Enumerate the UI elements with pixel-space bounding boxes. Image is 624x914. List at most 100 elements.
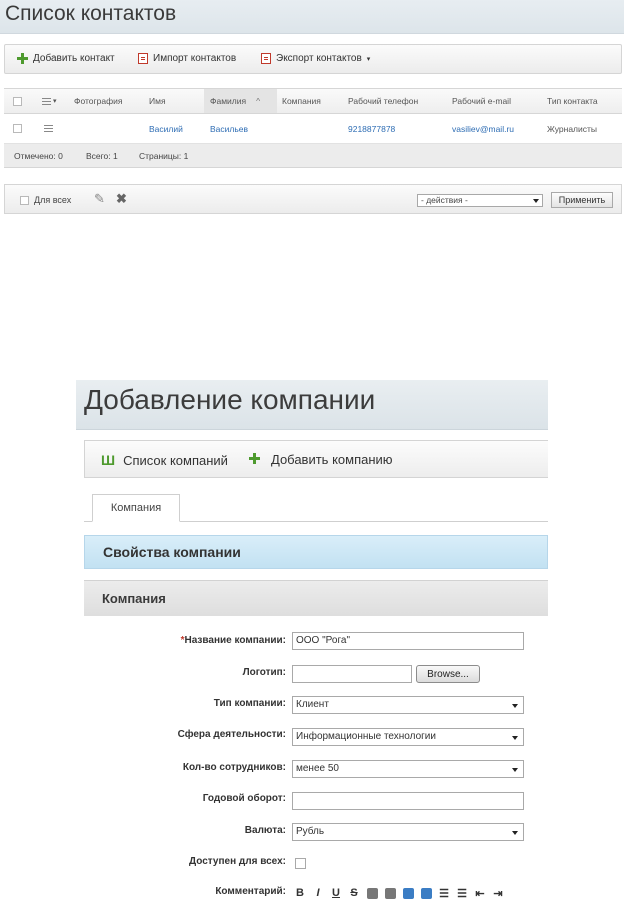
chevron-down-icon bbox=[533, 199, 539, 203]
columns-menu-icon[interactable]: ▾ bbox=[42, 89, 57, 113]
add-company-button[interactable]: Добавить компанию bbox=[249, 452, 393, 467]
for-all-label: Для всех bbox=[34, 195, 72, 205]
column-header-email[interactable]: Рабочий e-mail bbox=[452, 89, 511, 113]
company-type-value: Клиент bbox=[296, 699, 329, 710]
indent-icon[interactable]: ⇥ bbox=[492, 886, 504, 900]
chevron-down-icon bbox=[512, 831, 518, 835]
company-name-label: *Название компании: bbox=[181, 635, 286, 646]
format-painter-icon[interactable] bbox=[366, 886, 378, 900]
group-actions-bar: Для всех ✎ ✖ - действия - Применить bbox=[4, 184, 622, 214]
company-list-label: Список компаний bbox=[123, 452, 228, 468]
properties-header: Свойства компании bbox=[84, 535, 548, 569]
table-row[interactable]: Василий Васильев 9218877878 vasiliev@mai… bbox=[4, 114, 622, 144]
turnover-label: Годовой оборот: bbox=[202, 793, 286, 804]
employees-label: Кол-во сотрудников: bbox=[182, 762, 286, 773]
outdent-icon[interactable]: ⇤ bbox=[474, 886, 486, 900]
company-type-select[interactable]: Клиент bbox=[292, 696, 524, 714]
bold-button[interactable]: B bbox=[294, 886, 306, 900]
add-contact-button[interactable]: Добавить контакт bbox=[17, 53, 115, 64]
turnover-input[interactable] bbox=[292, 792, 524, 810]
editor-toolbar: B I U S ☰ ☰ ⇤ ⇥ bbox=[294, 886, 504, 900]
tab-company[interactable]: Компания bbox=[92, 494, 180, 522]
employees-select[interactable]: менее 50 bbox=[292, 760, 524, 778]
actions-select-value: - действия - bbox=[421, 195, 468, 205]
public-label: Доступен для всех: bbox=[188, 856, 286, 867]
row-checkbox[interactable] bbox=[13, 114, 22, 143]
checked-count: Отмечено: 0 bbox=[14, 150, 63, 161]
edit-pencil-icon[interactable]: ✎ bbox=[94, 191, 105, 207]
total-count: Всего: 1 bbox=[86, 150, 118, 161]
add-contact-label: Добавить контакт bbox=[33, 53, 115, 64]
select-all-checkbox[interactable] bbox=[13, 89, 22, 113]
sphere-label: Сфера деятельности: bbox=[177, 729, 286, 740]
chevron-down-icon bbox=[512, 736, 518, 740]
plus-icon bbox=[249, 452, 263, 467]
column-header-last-name[interactable]: Фамилия ^ bbox=[204, 89, 277, 113]
font-color-icon[interactable] bbox=[384, 886, 396, 900]
employees-value: менее 50 bbox=[296, 763, 339, 774]
logo-label: Логотип: bbox=[242, 667, 286, 678]
strikethrough-button[interactable]: S bbox=[348, 886, 360, 900]
company-toolbar: Ш Список компаний Добавить компанию bbox=[84, 440, 548, 478]
sort-arrow-icon: ^ bbox=[256, 96, 261, 106]
export-contacts-label: Экспорт контактов bbox=[276, 53, 362, 64]
grid-header-row: ▾ Фотография Имя Фамилия ^ Компания Рабо… bbox=[4, 88, 622, 114]
column-header-company[interactable]: Компания bbox=[282, 89, 321, 113]
company-list-button[interactable]: Ш Список компаний bbox=[101, 452, 228, 468]
italic-button[interactable]: I bbox=[312, 886, 324, 900]
export-icon bbox=[261, 53, 271, 64]
import-icon bbox=[138, 53, 148, 64]
plus-icon bbox=[17, 53, 28, 64]
sphere-select[interactable]: Информационные технологии bbox=[292, 728, 524, 746]
section-header: Компания bbox=[84, 580, 548, 616]
import-contacts-label: Импорт контактов bbox=[153, 53, 237, 64]
column-header-phone[interactable]: Рабочий телефон bbox=[348, 89, 418, 113]
public-checkbox[interactable] bbox=[295, 858, 306, 869]
column-header-first-name[interactable]: Имя bbox=[149, 89, 166, 113]
page-title: Список контактов bbox=[5, 2, 177, 25]
actions-select[interactable]: - действия - bbox=[417, 194, 543, 207]
company-name-label-text: Название компании: bbox=[184, 635, 287, 646]
contacts-grid: ▾ Фотография Имя Фамилия ^ Компания Рабо… bbox=[4, 88, 622, 168]
pages-nav[interactable]: Страницы: 1 bbox=[139, 144, 188, 167]
company-header: Добавление компании bbox=[76, 380, 548, 430]
currency-select[interactable]: Рубль bbox=[292, 823, 524, 841]
chevron-down-icon bbox=[512, 704, 518, 708]
grid-footer: Отмечено: 0 Всего: 1 Страницы: 1 bbox=[4, 144, 622, 168]
column-header-last-name-label: Фамилия bbox=[210, 96, 247, 106]
underline-button[interactable]: U bbox=[330, 886, 342, 900]
book-icon: Ш bbox=[101, 452, 116, 468]
delete-icon[interactable]: ✖ bbox=[116, 191, 127, 207]
cell-type: Журналисты bbox=[547, 123, 598, 134]
browse-button[interactable]: Browse... bbox=[416, 665, 480, 683]
company-type-label: Тип компании: bbox=[213, 698, 286, 709]
for-all-toggle[interactable]: Для всех bbox=[20, 195, 71, 205]
import-contacts-button[interactable]: Импорт контактов bbox=[138, 53, 236, 64]
link-icon[interactable] bbox=[420, 886, 432, 900]
column-header-photo[interactable]: Фотография bbox=[74, 89, 122, 113]
ordered-list-icon[interactable]: ☰ bbox=[438, 886, 450, 900]
column-header-type[interactable]: Тип контакта bbox=[547, 89, 598, 113]
currency-value: Рубль bbox=[296, 826, 325, 837]
export-contacts-button[interactable]: Экспорт контактов ▾ bbox=[261, 53, 370, 64]
add-company-label: Добавить компанию bbox=[271, 452, 393, 467]
page-title: Добавление компании bbox=[84, 384, 376, 415]
chevron-down-icon: ▾ bbox=[366, 55, 371, 63]
contacts-header: Список контактов bbox=[0, 0, 624, 34]
cell-first-name[interactable]: Василий bbox=[149, 114, 183, 143]
cell-phone[interactable]: 9218877878 bbox=[348, 114, 395, 143]
apply-button[interactable]: Применить bbox=[551, 192, 613, 208]
comment-label: Комментарий: bbox=[215, 886, 286, 897]
add-company-panel: Добавление компании Ш Список компаний До… bbox=[76, 380, 548, 914]
row-menu-icon[interactable] bbox=[44, 114, 53, 143]
logo-file-field[interactable] bbox=[292, 665, 412, 683]
chevron-down-icon bbox=[512, 768, 518, 772]
cell-email[interactable]: vasiliev@mail.ru bbox=[452, 114, 514, 143]
for-all-checkbox[interactable] bbox=[20, 195, 29, 205]
background-color-icon[interactable] bbox=[402, 886, 414, 900]
currency-label: Валюта: bbox=[244, 825, 286, 836]
company-name-input[interactable]: ООО "Рога" bbox=[292, 632, 524, 650]
cell-last-name[interactable]: Васильев bbox=[210, 114, 248, 143]
sphere-value: Информационные технологии bbox=[296, 731, 436, 742]
unordered-list-icon[interactable]: ☰ bbox=[456, 886, 468, 900]
